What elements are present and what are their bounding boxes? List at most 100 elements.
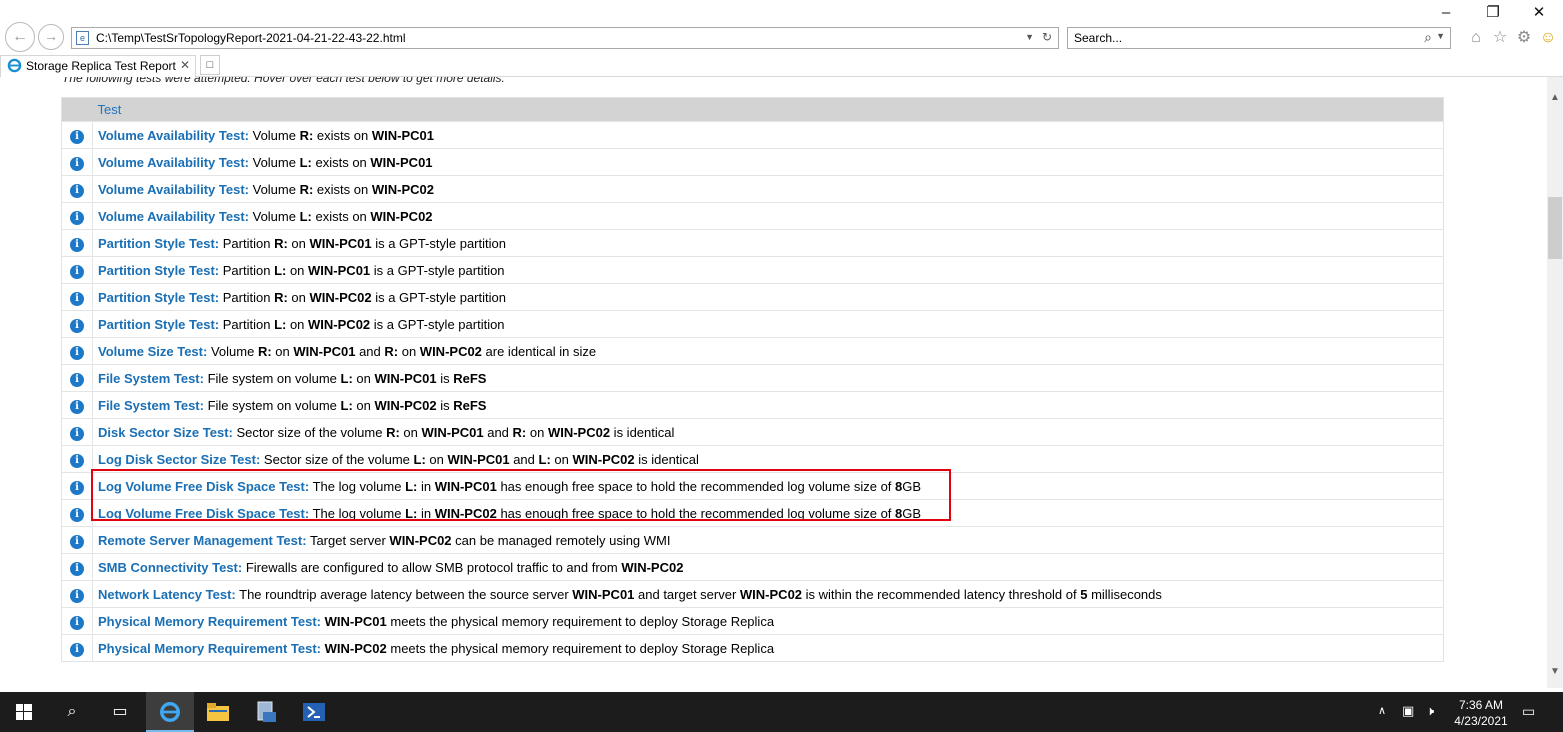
search-input[interactable]: Search... bbox=[1074, 31, 1122, 45]
table-row[interactable]: i Volume Availability Test: Volume R: exi… bbox=[61, 175, 1444, 203]
close-icon[interactable]: ✕ bbox=[1516, 4, 1562, 24]
test-name[interactable]: SMB Connectivity Test: bbox=[98, 560, 242, 575]
address-url[interactable]: C:\Temp\TestSrTopologyReport-2021-04-21-… bbox=[96, 31, 406, 45]
test-name[interactable]: Volume Availability Test: bbox=[98, 155, 249, 170]
test-name[interactable]: Log Volume Free Disk Space Test: bbox=[98, 479, 309, 494]
test-name[interactable]: Log Disk Sector Size Test: bbox=[98, 452, 260, 467]
info-icon[interactable]: i bbox=[70, 480, 84, 495]
table-row[interactable]: i Log Volume Free Disk Space Test: The lo… bbox=[61, 472, 1444, 500]
table-row[interactable]: i Log Disk Sector Size Test: Sector size … bbox=[61, 445, 1444, 473]
table-row[interactable]: i Volume Availability Test: Volume L: exi… bbox=[61, 148, 1444, 176]
info-icon[interactable]: i bbox=[70, 345, 84, 360]
info-icon[interactable]: i bbox=[70, 561, 84, 576]
table-row[interactable]: i Log Volume Free Disk Space Test: The lo… bbox=[61, 499, 1444, 527]
action-center-icon[interactable]: ▭ bbox=[1522, 703, 1535, 720]
info-icon[interactable]: i bbox=[70, 372, 84, 387]
taskbar-clock[interactable]: 7:36 AM 4/23/2021 bbox=[1452, 697, 1510, 729]
test-result-cell[interactable]: Partition Style Test: Partition L: on WI… bbox=[92, 256, 1444, 284]
task-view-icon[interactable]: ▭ bbox=[96, 692, 144, 732]
file-explorer-taskbar-icon[interactable] bbox=[194, 692, 242, 732]
test-result-cell[interactable]: File System Test: File system on volume … bbox=[92, 364, 1444, 392]
info-icon[interactable]: i bbox=[70, 615, 84, 630]
table-row[interactable]: i File System Test: File system on volume… bbox=[61, 364, 1444, 392]
back-button[interactable]: ← bbox=[5, 22, 35, 52]
table-row[interactable]: i SMB Connectivity Test: Firewalls are co… bbox=[61, 553, 1444, 581]
smiley-feedback-icon[interactable]: ☺ bbox=[1538, 28, 1558, 48]
restore-icon[interactable]: ❐ bbox=[1470, 4, 1516, 24]
test-result-cell[interactable]: SMB Connectivity Test: Firewalls are con… bbox=[92, 553, 1444, 581]
address-bar[interactable]: e C:\Temp\TestSrTopologyReport-2021-04-2… bbox=[71, 27, 1059, 49]
scroll-down-icon[interactable]: ▼ bbox=[1547, 663, 1563, 680]
info-icon[interactable]: i bbox=[70, 588, 84, 603]
info-icon[interactable]: i bbox=[70, 156, 84, 171]
search-icon[interactable]: ⌕ bbox=[1424, 29, 1432, 46]
forward-button[interactable]: → bbox=[38, 24, 64, 50]
table-row[interactable]: i Volume Availability Test: Volume R: exi… bbox=[61, 121, 1444, 149]
table-row[interactable]: i Remote Server Management Test: Target s… bbox=[61, 526, 1444, 554]
test-name[interactable]: Volume Availability Test: bbox=[98, 209, 249, 224]
settings-gear-icon[interactable]: ⚙ bbox=[1514, 28, 1534, 48]
show-hidden-icons-chevron-icon[interactable]: ∧ bbox=[1378, 704, 1386, 717]
vertical-scrollbar[interactable]: ▲ ▼ bbox=[1547, 77, 1563, 688]
test-name[interactable]: Partition Style Test: bbox=[98, 263, 219, 278]
test-result-cell[interactable]: Volume Availability Test: Volume R: exis… bbox=[92, 121, 1444, 149]
info-icon[interactable]: i bbox=[70, 237, 84, 252]
test-result-cell[interactable]: Volume Size Test: Volume R: on WIN-PC01 … bbox=[92, 337, 1444, 365]
search-dropdown-icon[interactable]: ▼ bbox=[1436, 31, 1445, 41]
test-name[interactable]: File System Test: bbox=[98, 371, 204, 386]
home-icon[interactable]: ⌂ bbox=[1466, 28, 1486, 48]
info-icon[interactable]: i bbox=[70, 399, 84, 414]
test-result-cell[interactable]: Log Volume Free Disk Space Test: The log… bbox=[92, 499, 1444, 527]
test-name[interactable]: Partition Style Test: bbox=[98, 236, 219, 251]
test-name[interactable]: Partition Style Test: bbox=[98, 317, 219, 332]
test-name[interactable]: File System Test: bbox=[98, 398, 204, 413]
info-icon[interactable]: i bbox=[70, 129, 84, 144]
table-row[interactable]: i Partition Style Test: Partition L: on W… bbox=[61, 310, 1444, 338]
minimize-icon[interactable]: – bbox=[1423, 4, 1469, 24]
tab-storage-replica-report[interactable]: Storage Replica Test Report ✕ bbox=[0, 55, 196, 77]
info-icon[interactable]: i bbox=[70, 183, 84, 198]
test-result-cell[interactable]: Partition Style Test: Partition L: on WI… bbox=[92, 310, 1444, 338]
info-icon[interactable]: i bbox=[70, 291, 84, 306]
test-result-cell[interactable]: File System Test: File system on volume … bbox=[92, 391, 1444, 419]
table-row[interactable]: i Volume Size Test: Volume R: on WIN-PC01… bbox=[61, 337, 1444, 365]
test-result-cell[interactable]: Volume Availability Test: Volume R: exis… bbox=[92, 175, 1444, 203]
info-icon[interactable]: i bbox=[70, 318, 84, 333]
address-dropdown-icon[interactable]: ▼ bbox=[1025, 32, 1034, 42]
test-name[interactable]: Physical Memory Requirement Test: bbox=[98, 614, 321, 629]
info-icon[interactable]: i bbox=[70, 426, 84, 441]
test-name[interactable]: Network Latency Test: bbox=[98, 587, 236, 602]
info-icon[interactable]: i bbox=[70, 534, 84, 549]
info-icon[interactable]: i bbox=[70, 264, 84, 279]
test-name[interactable]: Remote Server Management Test: bbox=[98, 533, 307, 548]
test-result-cell[interactable]: Disk Sector Size Test: Sector size of th… bbox=[92, 418, 1444, 446]
table-row[interactable]: i Network Latency Test: The roundtrip ave… bbox=[61, 580, 1444, 608]
info-icon[interactable]: i bbox=[70, 210, 84, 225]
table-row[interactable]: i Partition Style Test: Partition R: on W… bbox=[61, 283, 1444, 311]
info-icon[interactable]: i bbox=[70, 507, 84, 522]
new-tab-button[interactable]: □ bbox=[200, 55, 220, 75]
refresh-icon[interactable]: ↻ bbox=[1042, 30, 1052, 44]
test-result-cell[interactable]: Physical Memory Requirement Test: WIN-PC… bbox=[92, 607, 1444, 635]
test-name[interactable]: Physical Memory Requirement Test: bbox=[98, 641, 321, 656]
test-result-cell[interactable]: Partition Style Test: Partition R: on WI… bbox=[92, 283, 1444, 311]
test-result-cell[interactable]: Log Volume Free Disk Space Test: The log… bbox=[92, 472, 1444, 500]
favorites-star-icon[interactable]: ☆ bbox=[1490, 28, 1510, 48]
test-result-cell[interactable]: Volume Availability Test: Volume L: exis… bbox=[92, 202, 1444, 230]
test-result-cell[interactable]: Volume Availability Test: Volume L: exis… bbox=[92, 148, 1444, 176]
server-manager-taskbar-icon[interactable] bbox=[242, 692, 290, 732]
search-box[interactable]: Search... ⌕ ▼ bbox=[1067, 27, 1451, 49]
test-result-cell[interactable]: Remote Server Management Test: Target se… bbox=[92, 526, 1444, 554]
table-row[interactable]: i Physical Memory Requirement Test: WIN-P… bbox=[61, 607, 1444, 635]
test-result-cell[interactable]: Physical Memory Requirement Test: WIN-PC… bbox=[92, 634, 1444, 662]
test-name[interactable]: Volume Availability Test: bbox=[98, 128, 249, 143]
test-name[interactable]: Partition Style Test: bbox=[98, 290, 219, 305]
test-name[interactable]: Volume Availability Test: bbox=[98, 182, 249, 197]
powershell-taskbar-icon[interactable] bbox=[290, 692, 338, 732]
test-result-cell[interactable]: Log Disk Sector Size Test: Sector size o… bbox=[92, 445, 1444, 473]
info-icon[interactable]: i bbox=[70, 453, 84, 468]
scroll-up-icon[interactable]: ▲ bbox=[1547, 89, 1563, 106]
table-row[interactable]: i File System Test: File system on volume… bbox=[61, 391, 1444, 419]
test-result-cell[interactable]: Partition Style Test: Partition R: on WI… bbox=[92, 229, 1444, 257]
scroll-thumb[interactable] bbox=[1548, 197, 1562, 259]
